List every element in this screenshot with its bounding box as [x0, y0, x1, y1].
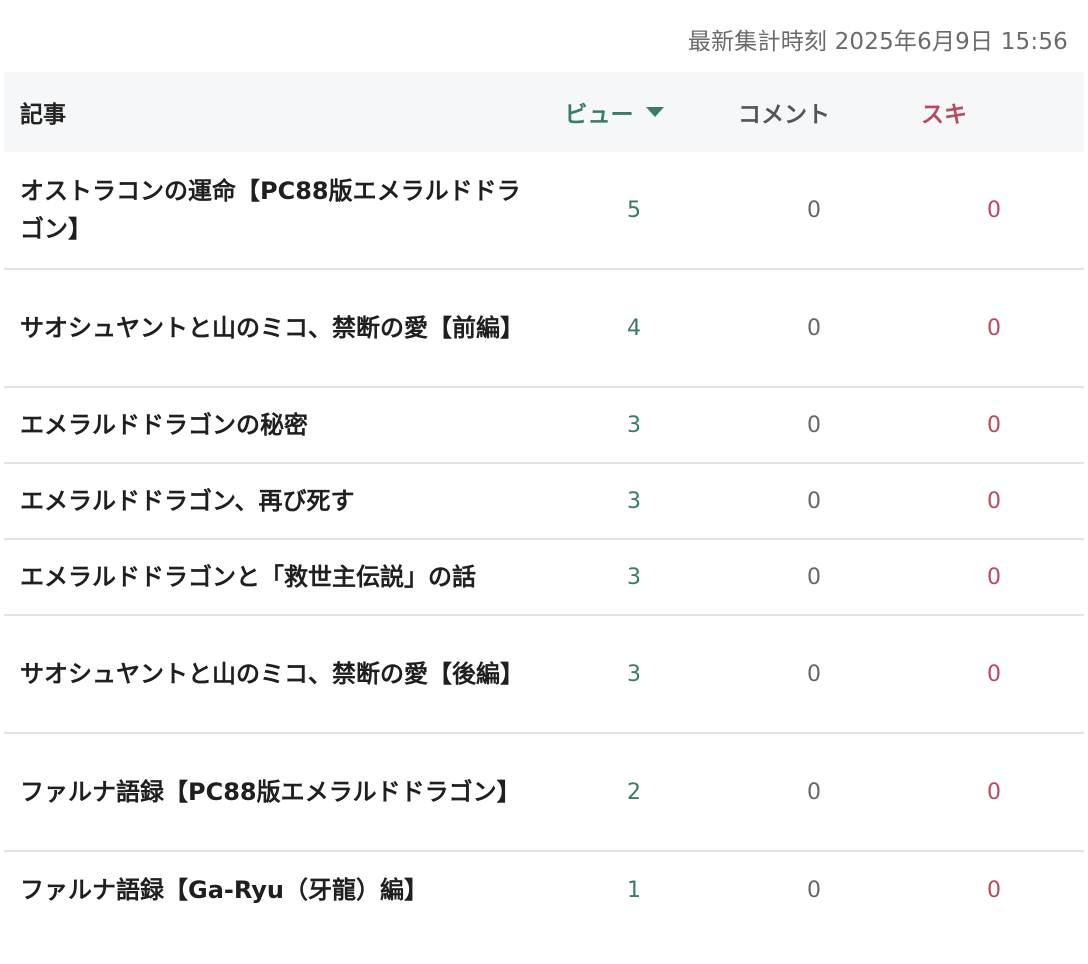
table-row: エメラルドドラゴン、再び死す 3 0 0 [4, 464, 1084, 540]
article-title-link[interactable]: エメラルドドラゴンの秘密 [20, 406, 530, 444]
views-count: 3 [627, 412, 641, 438]
views-count: 5 [627, 197, 641, 223]
header-likes[interactable]: スキ [864, 95, 1024, 129]
last-updated-timestamp: 最新集計時刻 2025年6月9日 15:56 [687, 29, 1068, 55]
article-title-link[interactable]: オストラコンの運命【PC88版エメラルドドラゴン】 [20, 172, 530, 248]
article-title-link[interactable]: エメラルドドラゴン、再び死す [20, 482, 530, 520]
table-row: ファルナ語録【PC88版エメラルドドラゴン】 2 0 0 [4, 734, 1084, 852]
likes-count: 0 [987, 412, 1001, 438]
table-row: エメラルドドラゴンと「救世主伝説」の話 3 0 0 [4, 540, 1084, 616]
views-count: 3 [627, 488, 641, 514]
table-row: サオシュヤントと山のミコ、禁断の愛【後編】 3 0 0 [4, 616, 1084, 734]
table-row: ファルナ語録【Ga-Ryu（牙龍）編】 1 0 0 [4, 852, 1084, 928]
comments-count: 0 [807, 661, 821, 687]
header-comments[interactable]: コメント [704, 95, 864, 129]
views-count: 3 [627, 564, 641, 590]
article-title-link[interactable]: サオシュヤントと山のミコ、禁断の愛【後編】 [20, 655, 530, 693]
sort-descending-icon [645, 107, 664, 117]
article-title-link[interactable]: エメラルドドラゴンと「救世主伝説」の話 [20, 558, 530, 596]
comments-count: 0 [807, 564, 821, 590]
article-stats-table: 記事 ビュー コメント スキ オストラコンの運命【PC88版エメラルドドラゴン】… [4, 72, 1084, 928]
likes-count: 0 [987, 877, 1001, 903]
header-article: 記事 [20, 102, 66, 128]
views-count: 1 [627, 877, 641, 903]
views-count: 4 [627, 315, 641, 341]
comments-count: 0 [807, 412, 821, 438]
table-header: 記事 ビュー コメント スキ [4, 72, 1084, 152]
likes-count: 0 [987, 315, 1001, 341]
comments-count: 0 [807, 877, 821, 903]
comments-count: 0 [807, 488, 821, 514]
likes-count: 0 [987, 488, 1001, 514]
table-row: サオシュヤントと山のミコ、禁断の愛【前編】 4 0 0 [4, 270, 1084, 388]
article-title-link[interactable]: サオシュヤントと山のミコ、禁断の愛【前編】 [20, 309, 530, 347]
likes-count: 0 [987, 779, 1001, 805]
comments-count: 0 [807, 315, 821, 341]
likes-count: 0 [987, 564, 1001, 590]
likes-count: 0 [987, 197, 1001, 223]
views-count: 2 [627, 779, 641, 805]
comments-count: 0 [807, 779, 821, 805]
comments-count: 0 [807, 197, 821, 223]
table-body: オストラコンの運命【PC88版エメラルドドラゴン】 5 0 0 サオシュヤントと… [4, 152, 1084, 928]
header-views-sort[interactable]: ビュー [534, 95, 694, 129]
header-views-label: ビュー [564, 102, 634, 128]
table-row: オストラコンの運命【PC88版エメラルドドラゴン】 5 0 0 [4, 152, 1084, 270]
likes-count: 0 [987, 661, 1001, 687]
table-row: エメラルドドラゴンの秘密 3 0 0 [4, 388, 1084, 464]
article-title-link[interactable]: ファルナ語録【Ga-Ryu（牙龍）編】 [20, 871, 530, 909]
article-title-link[interactable]: ファルナ語録【PC88版エメラルドドラゴン】 [20, 773, 530, 811]
views-count: 3 [627, 661, 641, 687]
